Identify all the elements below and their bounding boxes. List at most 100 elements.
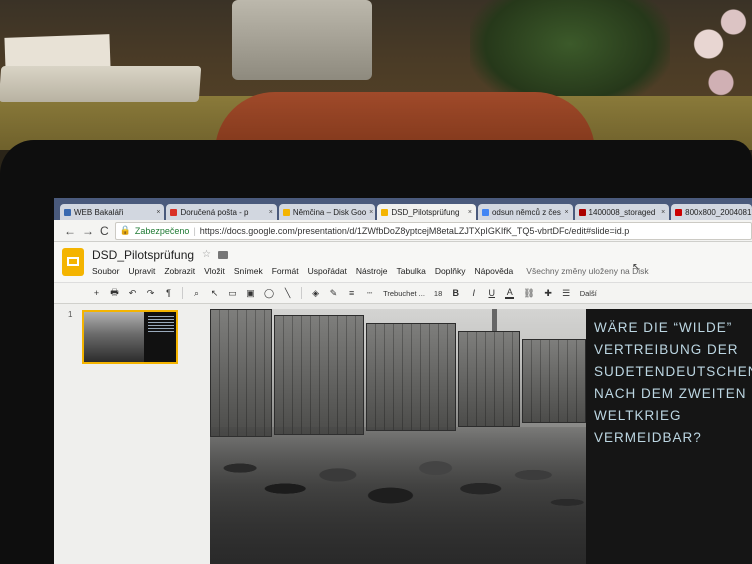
undo-icon[interactable]: ↶ (128, 288, 137, 299)
toolbar: + 🖶 ↶ ↷ ¶ ⌕ ↖ ▭ ▣ ◯ ╲ ◈ ✎ ≡ ┄ Trebuchet … (54, 282, 752, 304)
browser-tab[interactable]: DSD_Pilotsprüfung × (377, 204, 476, 220)
menu-bar: Soubor Upravit Zobrazit Vložit Snímek Formát U… (92, 266, 649, 276)
browser-tab[interactable]: WEB Bakaláři × (60, 204, 165, 220)
slide-canvas: WÄRE DIE “WILDE” VERTREIBUNG DER SUDETEN… (210, 304, 752, 564)
tab-label: Němčina – Disk Goo (292, 207, 367, 217)
underline-button[interactable]: U (487, 288, 496, 298)
menu-item[interactable]: Formát (272, 266, 299, 276)
crowd-of-people (210, 427, 586, 564)
slide-text-panel: WÄRE DIE “WILDE” VERTREIBUNG DER SUDETEN… (586, 309, 752, 564)
bold-button[interactable]: B (451, 288, 460, 298)
tab-favicon-icon (282, 208, 290, 216)
menu-item[interactable]: Snímek (234, 266, 263, 276)
tab-label: 800x800_20040817 (685, 207, 752, 217)
menu-item[interactable]: Vložit (204, 266, 225, 276)
folder-icon[interactable] (218, 251, 228, 259)
tab-close-icon[interactable]: × (468, 209, 472, 216)
slide-number: 1 (68, 310, 73, 319)
slides-logo-icon[interactable] (62, 248, 84, 276)
tab-favicon-icon (481, 208, 489, 216)
border-color-icon[interactable]: ✎ (329, 288, 338, 299)
freight-wagon (522, 339, 586, 423)
browser-tab[interactable]: odsun němců z čes × (477, 204, 573, 220)
print-icon[interactable]: 🖶 (110, 285, 119, 301)
thumbnail-text (148, 316, 174, 332)
slide-heading[interactable]: WÄRE DIE “WILDE” VERTREIBUNG DER SUDETEN… (594, 317, 752, 449)
security-label: Zabezpečeno (134, 225, 190, 236)
menu-item[interactable]: Nástroje (356, 266, 388, 276)
reload-icon[interactable]: C (100, 224, 109, 238)
freight-wagon (210, 309, 272, 437)
tab-close-icon[interactable]: × (269, 209, 273, 216)
freight-wagon (366, 323, 456, 431)
keyboard (0, 66, 202, 102)
more-button[interactable]: Další (580, 289, 597, 298)
font-family-select[interactable]: Trebuchet ... (383, 289, 425, 298)
forward-icon[interactable]: → (82, 224, 94, 238)
tab-close-icon[interactable]: × (564, 209, 568, 216)
tab-label: WEB Bakaláři (74, 207, 124, 217)
browser-tab[interactable]: Doručená pošta - p × (166, 204, 277, 220)
browser-tab[interactable]: 1400008_storaged × (574, 204, 670, 220)
tab-favicon-icon (578, 208, 586, 216)
star-icon[interactable]: ☆ (202, 249, 211, 260)
menu-item[interactable]: Nápověda (475, 266, 514, 276)
toolbar-divider (182, 287, 183, 299)
tab-favicon-icon (64, 208, 71, 216)
text-color-button[interactable]: A (505, 287, 515, 299)
slide[interactable]: WÄRE DIE “WILDE” VERTREIBUNG DER SUDETEN… (210, 309, 752, 564)
image-icon[interactable]: ▣ (246, 288, 255, 299)
zoom-icon[interactable]: ⌕ (192, 288, 201, 299)
speaker (232, 0, 372, 80)
lock-icon: 🔒 (119, 225, 131, 235)
menu-item[interactable]: Uspořádat (308, 266, 347, 276)
new-slide-button[interactable]: + (92, 288, 101, 298)
historical-photo[interactable] (210, 309, 586, 564)
menu-item[interactable]: Upravit (128, 266, 155, 276)
back-icon[interactable]: ← (64, 224, 76, 238)
tab-close-icon[interactable]: × (369, 209, 373, 216)
tab-label: DSD_Pilotsprüfung (391, 207, 460, 217)
orchid-flowers (690, 0, 752, 110)
tab-close-icon[interactable]: × (661, 209, 665, 216)
tab-favicon-icon (675, 208, 683, 216)
textbox-icon[interactable]: ▭ (228, 288, 237, 299)
thumbnail-photo (84, 312, 144, 362)
browser-tab[interactable]: 800x800_20040817× (671, 204, 752, 220)
save-status[interactable]: Všechny změny uloženy na Disk (526, 266, 648, 276)
tab-label: 1400008_storaged (588, 207, 656, 217)
line-icon[interactable]: ╲ (283, 288, 292, 299)
tab-label: odsun němců z čes (491, 207, 561, 217)
menu-item[interactable]: Doplňky (435, 266, 466, 276)
tab-favicon-icon (170, 208, 178, 216)
border-weight-icon[interactable]: ≡ (347, 288, 356, 298)
fill-color-icon[interactable]: ◈ (311, 288, 320, 299)
link-icon[interactable]: ⛓ (523, 288, 534, 299)
browser-tab[interactable]: Němčina – Disk Goo × (278, 204, 376, 220)
laptop-screen: WEB Bakaláři × Doručená pošta - p × Němčina … (54, 198, 752, 564)
mouse-cursor-icon: ↖ (632, 262, 641, 273)
url-text: https://docs.google.com/presentation/d/1… (199, 225, 630, 236)
document-title[interactable]: DSD_Pilotsprüfung (92, 248, 194, 262)
menu-item[interactable]: Soubor (92, 266, 119, 276)
menu-item[interactable]: Tabulka (397, 266, 426, 276)
menu-item[interactable]: Zobrazit (164, 266, 195, 276)
font-size-select[interactable]: 18 (434, 289, 442, 298)
browser-tab-strip: WEB Bakaláři × Doručená pošta - p × Němčina … (54, 198, 752, 220)
tab-close-icon[interactable]: × (156, 209, 160, 216)
slide-filmstrip: 1 (54, 304, 211, 564)
italic-button[interactable]: I (469, 288, 478, 298)
toolbar-divider (301, 287, 303, 299)
tab-label: Doručená pošta - p (180, 207, 249, 217)
slide-thumbnail[interactable] (82, 310, 178, 364)
select-icon[interactable]: ↖ (210, 288, 219, 299)
comment-icon[interactable]: ✚ (544, 288, 553, 299)
url-input[interactable]: 🔒 Zabezpečeno | https://docs.google.com/… (114, 221, 752, 240)
shape-icon[interactable]: ◯ (264, 288, 274, 299)
freight-wagon (274, 315, 364, 435)
redo-icon[interactable]: ↷ (146, 288, 155, 299)
paint-format-icon[interactable]: ¶ (164, 288, 173, 298)
align-icon[interactable]: ☰ (562, 288, 571, 299)
tab-favicon-icon (381, 208, 389, 216)
border-dash-icon[interactable]: ┄ (365, 288, 374, 299)
